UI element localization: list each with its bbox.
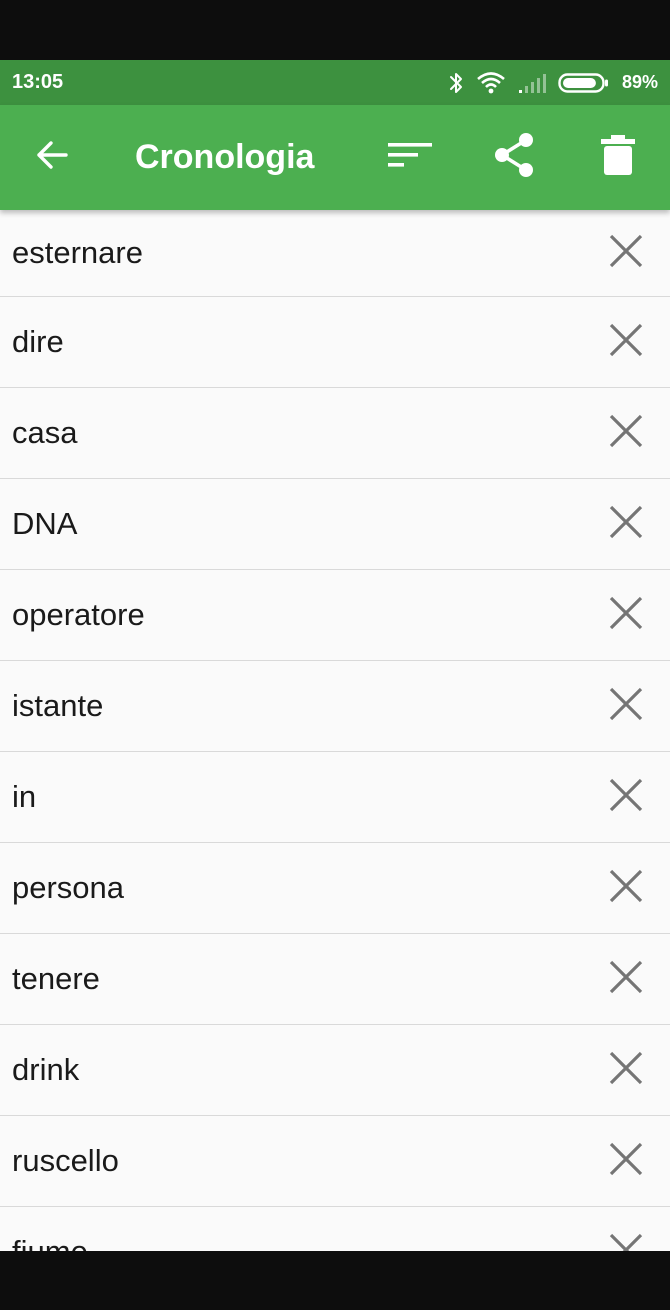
remove-button[interactable]	[606, 1050, 646, 1090]
share-icon	[492, 132, 536, 183]
close-icon	[608, 322, 644, 363]
close-icon	[608, 868, 644, 909]
history-list: esternare dire casa DNA operatore istant…	[0, 210, 670, 1251]
close-icon	[608, 413, 644, 454]
remove-button[interactable]	[606, 1141, 646, 1181]
close-icon	[608, 959, 644, 1000]
back-button[interactable]	[20, 105, 84, 210]
history-word: persona	[12, 870, 125, 905]
remove-button[interactable]	[606, 1232, 646, 1251]
status-time: 13:05	[12, 71, 64, 93]
battery-icon	[558, 72, 610, 94]
remove-button[interactable]	[606, 777, 646, 817]
wifi-icon	[476, 71, 506, 95]
share-button[interactable]	[482, 105, 546, 210]
bluetooth-icon	[448, 71, 464, 95]
status-icons: 89%	[448, 71, 658, 95]
remove-button[interactable]	[606, 686, 646, 726]
top-bezel	[0, 0, 670, 60]
remove-button[interactable]	[606, 322, 646, 362]
history-row[interactable]: drink	[0, 1025, 670, 1116]
history-row[interactable]: operatore	[0, 570, 670, 661]
close-icon	[608, 1141, 644, 1182]
bottom-bezel	[0, 1251, 670, 1310]
remove-button[interactable]	[606, 233, 646, 273]
history-word: in	[12, 779, 37, 814]
sort-icon	[386, 140, 434, 175]
history-row[interactable]: in	[0, 752, 670, 843]
history-word: ruscello	[12, 1143, 119, 1178]
app-bar: Cronologia	[0, 105, 670, 210]
close-icon	[608, 1050, 644, 1091]
history-word: istante	[12, 688, 104, 723]
close-icon	[608, 686, 644, 727]
history-row[interactable]: dire	[0, 297, 670, 388]
remove-button[interactable]	[606, 868, 646, 908]
history-row[interactable]: ruscello	[0, 1116, 670, 1207]
history-word: fiume	[12, 1234, 88, 1251]
history-row[interactable]: tenere	[0, 934, 670, 1025]
history-row[interactable]: esternare	[0, 210, 670, 297]
status-bar: 13:05 89%	[0, 60, 670, 105]
history-word: esternare	[12, 235, 143, 270]
history-row[interactable]: persona	[0, 843, 670, 934]
history-word: tenere	[12, 961, 100, 996]
sort-button[interactable]	[378, 105, 442, 210]
signal-icon	[518, 72, 546, 94]
close-icon	[608, 233, 644, 274]
history-word: operatore	[12, 597, 145, 632]
history-word: dire	[12, 324, 64, 359]
history-word: casa	[12, 415, 78, 450]
close-icon	[608, 595, 644, 636]
remove-button[interactable]	[606, 413, 646, 453]
close-icon	[608, 1232, 644, 1251]
remove-button[interactable]	[606, 959, 646, 999]
page-title: Cronologia	[135, 138, 315, 176]
close-icon	[608, 777, 644, 818]
history-row[interactable]: casa	[0, 388, 670, 479]
remove-button[interactable]	[606, 595, 646, 635]
history-row[interactable]: fiume	[0, 1207, 670, 1251]
trash-icon	[600, 134, 636, 181]
delete-button[interactable]	[586, 105, 650, 210]
history-row[interactable]: istante	[0, 661, 670, 752]
history-word: DNA	[12, 506, 78, 541]
history-row[interactable]: DNA	[0, 479, 670, 570]
close-icon	[608, 504, 644, 545]
history-word: drink	[12, 1052, 80, 1087]
remove-button[interactable]	[606, 504, 646, 544]
back-arrow-icon	[35, 140, 69, 175]
battery-percent: 89%	[621, 72, 658, 92]
